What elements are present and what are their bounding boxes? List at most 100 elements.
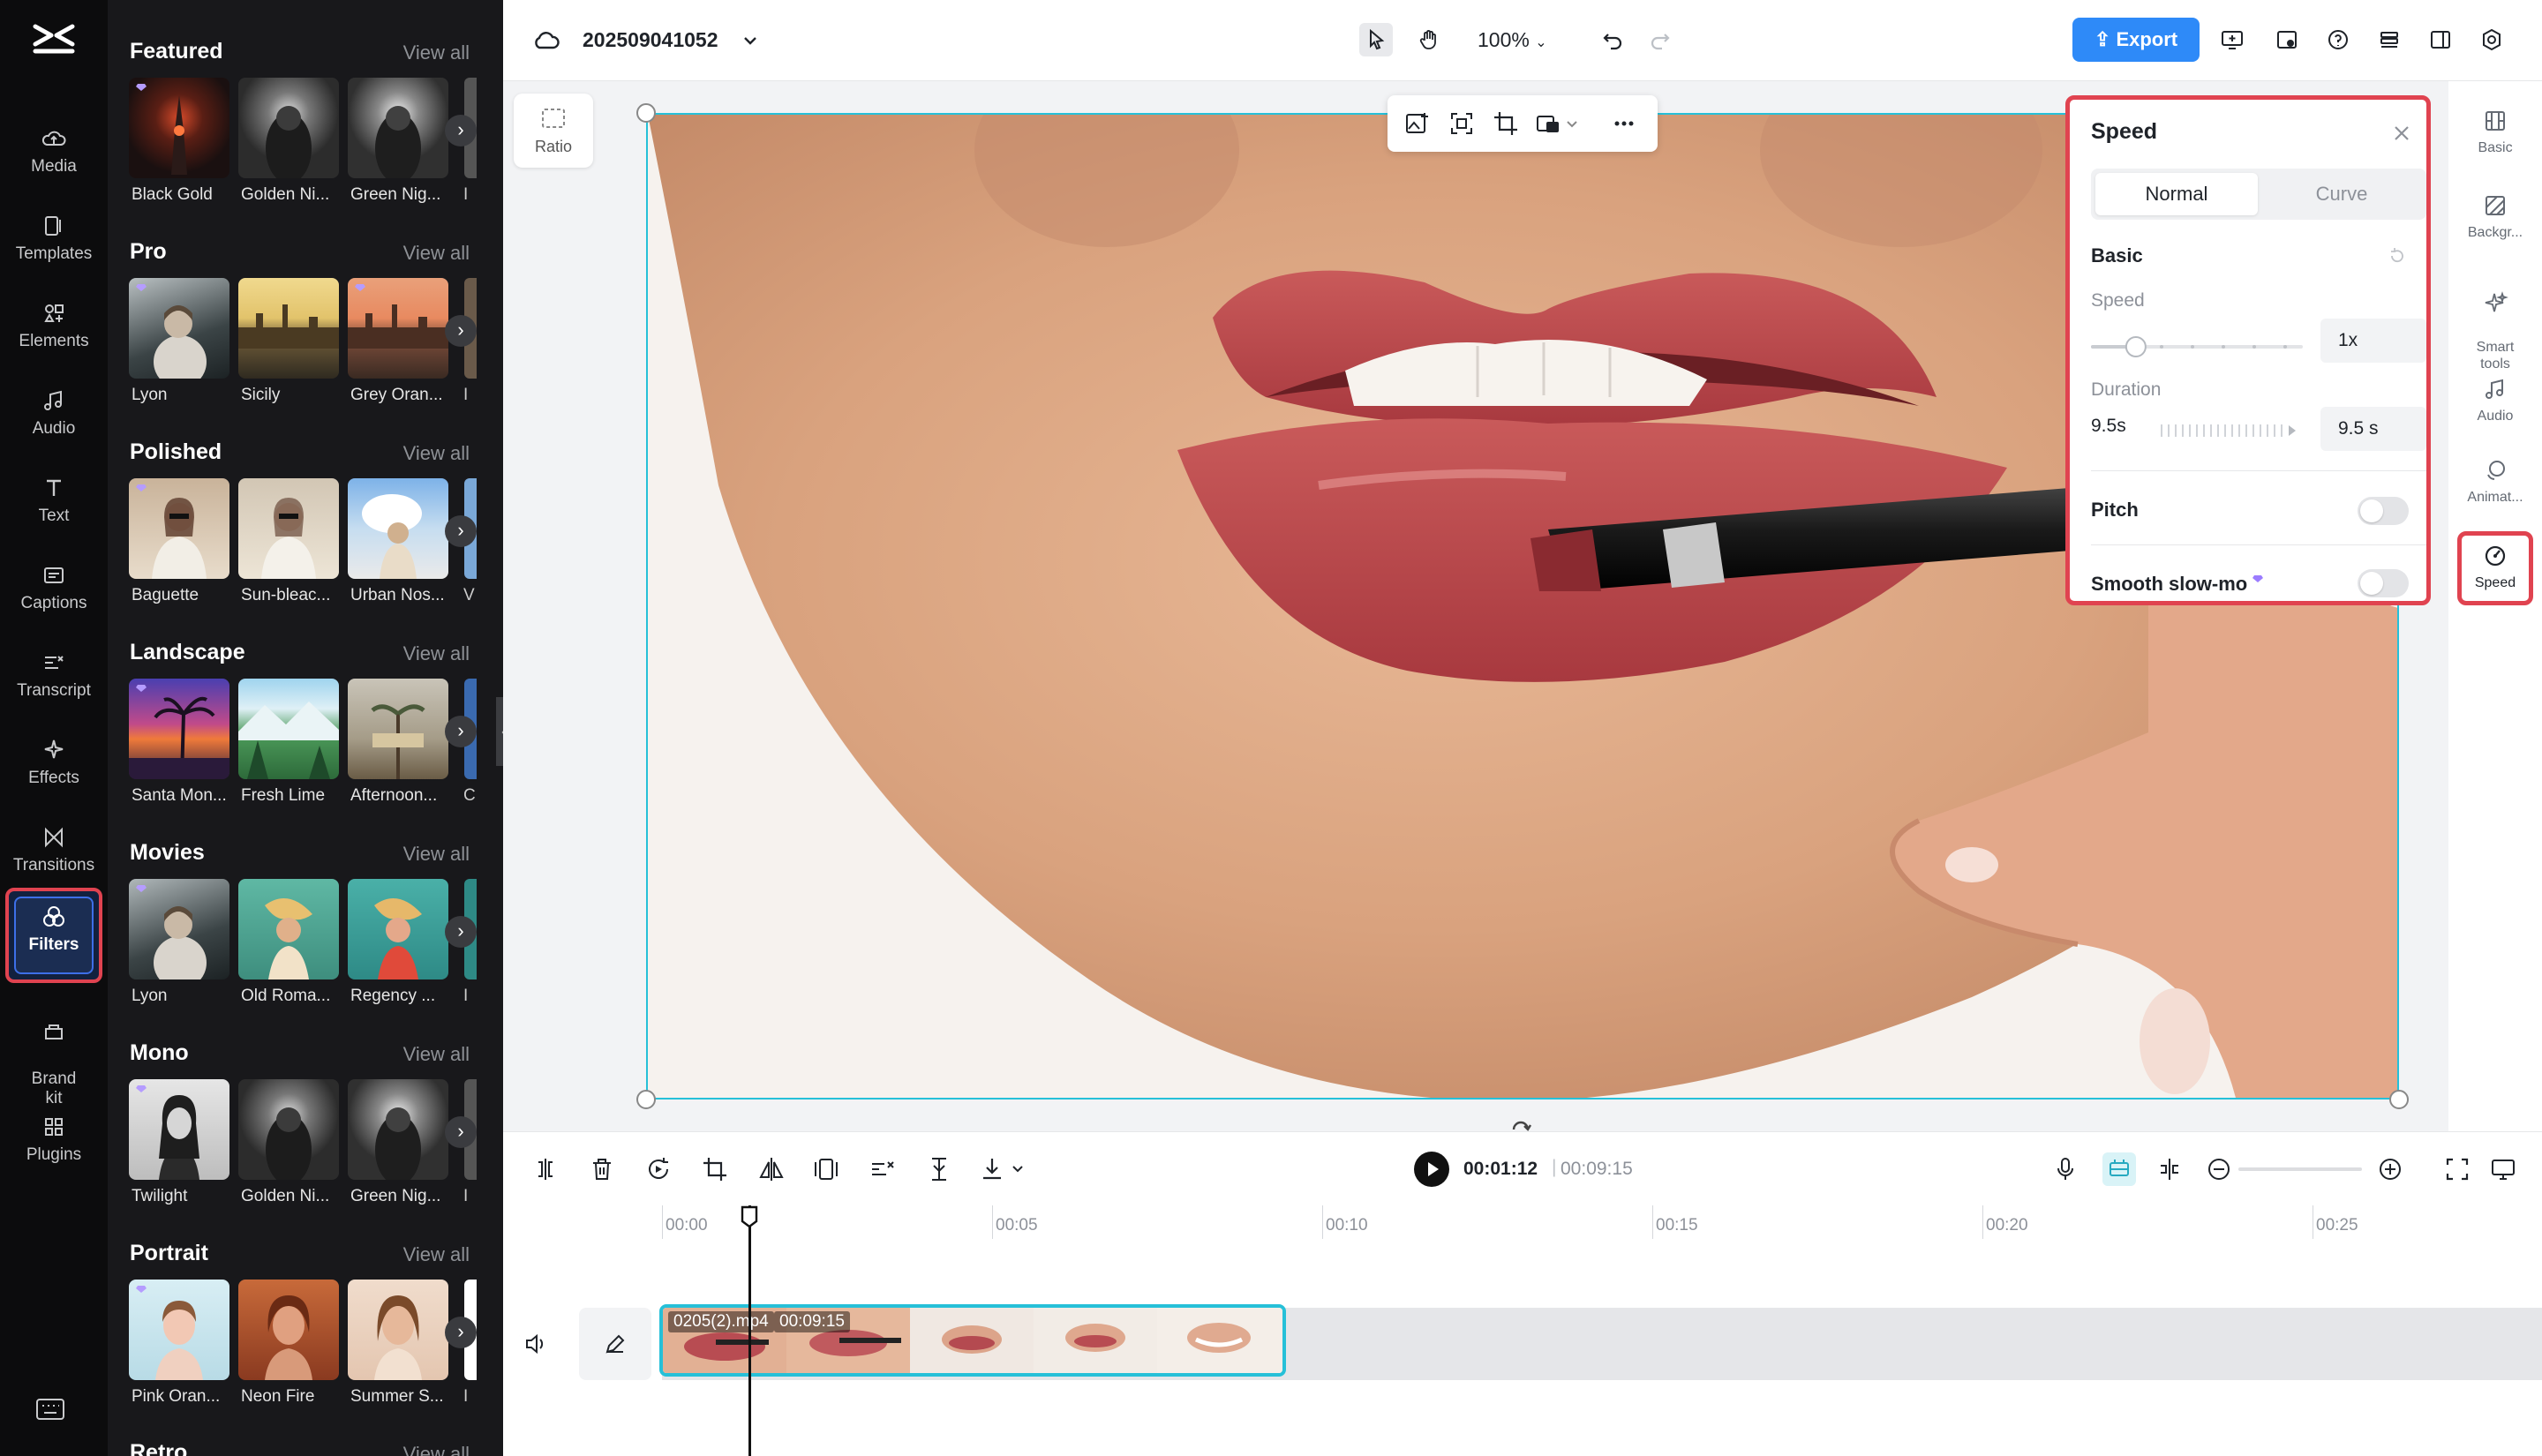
focus-icon[interactable] — [1448, 109, 1476, 138]
nav-filters[interactable]: Filters — [5, 888, 102, 983]
filter-thumbnail[interactable] — [238, 1079, 339, 1180]
slider-knob[interactable] — [2126, 337, 2146, 356]
filter-thumbnail[interactable] — [348, 1280, 448, 1380]
rotate-handle-icon[interactable] — [1509, 1114, 1532, 1131]
prop-audio[interactable]: Audio — [2457, 376, 2533, 424]
filter-thumbnail[interactable] — [348, 278, 448, 379]
play-button[interactable] — [1414, 1152, 1449, 1187]
nav-brand-kit[interactable]: Brand kit — [5, 987, 102, 1078]
scroll-right-button[interactable]: › — [445, 1116, 477, 1148]
scroll-right-button[interactable]: › — [445, 115, 477, 146]
download-dropdown-icon[interactable] — [980, 1155, 1029, 1183]
redo-button[interactable] — [1643, 23, 1677, 56]
undo-button[interactable] — [1596, 23, 1629, 56]
scroll-right-button[interactable]: › — [445, 716, 477, 747]
tab-normal[interactable]: Normal — [2095, 173, 2258, 215]
scroll-right-button[interactable]: › — [445, 315, 477, 347]
scroll-right-button[interactable]: › — [445, 916, 477, 948]
present-button[interactable] — [2215, 23, 2249, 56]
close-icon[interactable] — [2389, 121, 2414, 146]
zoom-in-icon[interactable] — [2376, 1155, 2404, 1183]
speed-value-input[interactable]: 1x — [2320, 319, 2426, 363]
nav-captions[interactable]: Captions — [5, 550, 102, 634]
publish-button[interactable] — [2270, 23, 2304, 56]
stack-button[interactable] — [2373, 23, 2406, 56]
filter-thumbnail[interactable] — [348, 679, 448, 779]
background-remove-icon[interactable] — [1534, 109, 1562, 138]
view-all-link[interactable]: View all — [403, 1443, 470, 1456]
nav-elements[interactable]: Elements — [5, 288, 102, 372]
chevron-down-icon[interactable] — [1564, 109, 1580, 138]
playhead[interactable] — [748, 1205, 751, 1456]
filter-thumbnail[interactable] — [129, 478, 229, 579]
filter-thumbnail[interactable] — [238, 879, 339, 979]
filter-thumbnail[interactable] — [238, 478, 339, 579]
view-all-link[interactable]: View all — [403, 242, 470, 265]
delete-icon[interactable] — [588, 1155, 616, 1183]
nav-transcript[interactable]: Transcript — [5, 637, 102, 722]
duration-value-input[interactable]: 9.5 s — [2320, 407, 2426, 451]
keyboard-shortcuts-icon[interactable] — [35, 1397, 65, 1422]
microphone-icon[interactable] — [2051, 1155, 2079, 1183]
filter-thumbnail[interactable] — [129, 278, 229, 379]
reset-icon[interactable] — [2388, 246, 2407, 266]
fullscreen-icon[interactable] — [2443, 1155, 2471, 1183]
prop-smart-tools[interactable]: Smart tools — [2457, 274, 2533, 372]
scroll-right-button[interactable]: › — [445, 515, 477, 547]
prop-animation[interactable]: Animat... — [2457, 457, 2533, 506]
settings-button[interactable] — [2475, 23, 2508, 56]
resize-handle[interactable] — [636, 1090, 656, 1109]
split-icon[interactable] — [531, 1155, 560, 1183]
hand-tool-button[interactable] — [1412, 23, 1446, 56]
more-icon[interactable] — [1610, 109, 1638, 138]
filter-thumbnail[interactable] — [129, 1280, 229, 1380]
nav-transitions[interactable]: Transitions — [5, 812, 102, 897]
filter-thumbnail[interactable] — [348, 478, 448, 579]
replace-image-icon[interactable] — [1403, 109, 1432, 138]
resize-handle[interactable] — [636, 103, 656, 123]
auto-snap-button[interactable] — [2102, 1152, 2136, 1186]
filter-thumbnail[interactable] — [129, 78, 229, 178]
nav-templates[interactable]: Templates — [5, 200, 102, 285]
select-tool-button[interactable] — [1359, 23, 1393, 56]
filter-thumbnail[interactable] — [238, 78, 339, 178]
crop-icon[interactable] — [1492, 109, 1520, 138]
track-edit-button[interactable] — [579, 1308, 651, 1380]
view-all-link[interactable]: View all — [403, 1243, 470, 1266]
filter-thumbnail[interactable] — [129, 679, 229, 779]
nav-text[interactable]: Text — [5, 462, 102, 547]
split-screen-icon[interactable] — [2155, 1155, 2184, 1183]
filter-thumbnail[interactable] — [129, 879, 229, 979]
crop-tool-icon[interactable] — [701, 1155, 729, 1183]
monitor-icon[interactable] — [2489, 1155, 2517, 1183]
speed-slider[interactable] — [2091, 329, 2303, 364]
prop-background[interactable]: Backgr... — [2457, 192, 2533, 241]
filter-thumbnail[interactable] — [129, 1079, 229, 1180]
playhead-handle[interactable] — [741, 1205, 758, 1228]
adjust-icon[interactable] — [869, 1155, 897, 1183]
nav-audio[interactable]: Audio — [5, 375, 102, 460]
filter-thumbnail[interactable] — [238, 1280, 339, 1380]
timeline-zoom-slider[interactable] — [2238, 1167, 2362, 1171]
filter-thumbnail[interactable] — [238, 278, 339, 379]
project-name[interactable]: 202509041052 — [583, 28, 718, 52]
help-button[interactable] — [2321, 23, 2355, 56]
filter-thumbnail[interactable] — [348, 78, 448, 178]
prop-basic[interactable]: Basic — [2457, 108, 2533, 156]
pitch-toggle[interactable] — [2358, 497, 2409, 525]
layout-toggle-button[interactable] — [2424, 23, 2457, 56]
tab-curve[interactable]: Curve — [2260, 173, 2423, 215]
view-all-link[interactable]: View all — [403, 1043, 470, 1066]
fit-icon[interactable] — [812, 1155, 840, 1183]
prop-speed[interactable]: Speed — [2457, 531, 2533, 605]
ratio-button[interactable]: Ratio — [514, 94, 593, 168]
filter-thumbnail[interactable] — [348, 879, 448, 979]
flip-icon[interactable] — [757, 1155, 786, 1183]
filter-thumbnail[interactable] — [238, 679, 339, 779]
nav-plugins[interactable]: Plugins — [5, 1101, 102, 1186]
view-all-link[interactable]: View all — [403, 41, 470, 64]
scroll-right-button[interactable]: › — [445, 1317, 477, 1348]
loop-icon[interactable] — [644, 1155, 673, 1183]
view-all-link[interactable]: View all — [403, 843, 470, 866]
view-all-link[interactable]: View all — [403, 442, 470, 465]
